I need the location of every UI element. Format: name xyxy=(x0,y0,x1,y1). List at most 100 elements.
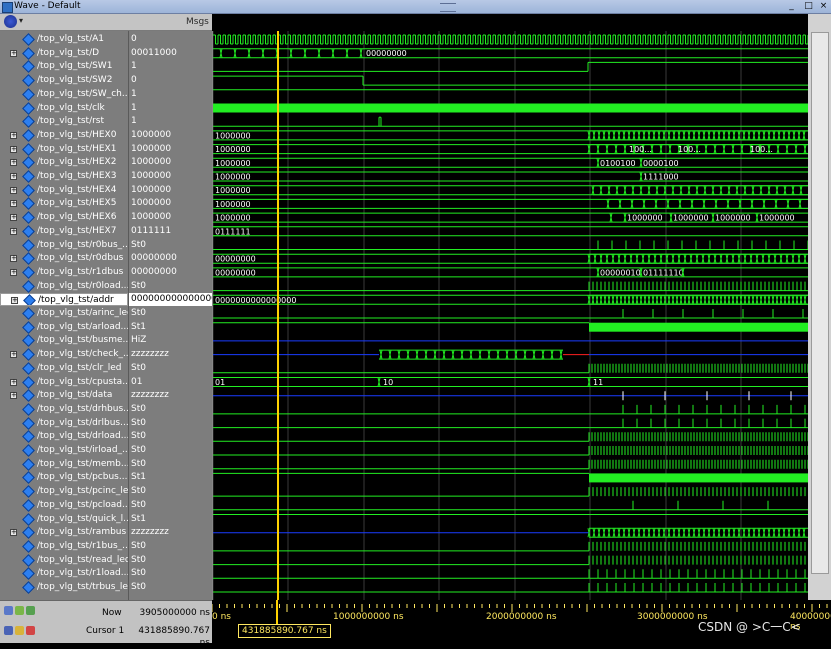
signal-diamond-icon xyxy=(22,361,35,375)
cursor-icon[interactable] xyxy=(4,626,13,635)
expand-icon[interactable]: + xyxy=(10,392,17,400)
expand-icon[interactable]: + xyxy=(10,131,17,139)
signal-row[interactable]: + /top_vlg_tst/rambus xyxy=(0,526,128,540)
window-titlebar: Wave - Default _ □ × xyxy=(0,0,831,14)
window-minimize-icon[interactable]: _ xyxy=(786,1,797,11)
signal-row[interactable]: /top_vlg_tst/arinc_led xyxy=(0,307,128,320)
lock-icon[interactable] xyxy=(15,626,24,635)
signal-diamond-icon xyxy=(22,430,35,444)
signal-row[interactable]: + /top_vlg_tst/r1dbus xyxy=(0,266,128,279)
expand-icon[interactable]: + xyxy=(10,227,17,235)
signal-row[interactable]: /top_vlg_tst/pcinc_led xyxy=(0,485,128,498)
expand-icon[interactable]: + xyxy=(10,200,17,208)
signal-value: 1000000 xyxy=(131,198,172,209)
signal-name: /top_vlg_tst/addr xyxy=(38,295,114,306)
signal-diamond-icon xyxy=(22,320,35,334)
signal-row[interactable]: /top_vlg_tst/r1bus_... xyxy=(0,540,128,553)
expand-icon[interactable]: + xyxy=(10,529,17,537)
signal-name: /top_vlg_tst/irload_... xyxy=(37,445,128,455)
expand-icon[interactable]: + xyxy=(10,159,17,167)
signal-diamond-icon xyxy=(22,74,35,87)
expand-icon[interactable]: + xyxy=(10,268,17,276)
signal-row[interactable]: + /top_vlg_tst/HEX7 xyxy=(0,224,128,238)
signal-row[interactable]: /top_vlg_tst/busme... xyxy=(0,334,128,348)
signal-row[interactable]: /top_vlg_tst/r0bus_... xyxy=(0,238,128,252)
signal-row[interactable]: + /top_vlg_tst/HEX0 xyxy=(0,129,128,142)
signal-row[interactable]: /top_vlg_tst/pcbus... xyxy=(0,471,128,485)
signal-value: St1 xyxy=(131,321,146,332)
waveform-canvas[interactable]: 00000000 1000000 1000000 100... 100... 100...… xyxy=(212,31,814,600)
bus-value-label: 0100100 xyxy=(600,159,636,168)
clk-wave xyxy=(213,103,809,113)
signal-row[interactable]: /top_vlg_tst/SW1 xyxy=(0,60,128,74)
expand-icon[interactable]: + xyxy=(10,173,17,180)
signal-row[interactable]: + /top_vlg_tst/HEX1 xyxy=(0,142,128,156)
signal-name: /top_vlg_tst/clk xyxy=(37,102,105,113)
expand-icon[interactable]: + xyxy=(10,214,17,222)
signal-row[interactable]: /top_vlg_tst/r1load... xyxy=(0,567,128,581)
tick-label: 1000000000 ns xyxy=(333,612,404,622)
signal-row[interactable]: + /top_vlg_tst/HEX3 xyxy=(0,170,128,183)
cursor-time-tag[interactable]: 431885890.767 ns xyxy=(238,624,331,638)
window-maximize-icon[interactable]: □ xyxy=(803,1,814,11)
signal-value: St0 xyxy=(131,445,146,455)
signal-row[interactable]: /top_vlg_tst/drload... xyxy=(0,430,128,444)
signal-value: 1 xyxy=(131,102,137,113)
signal-row[interactable]: /top_vlg_tst/clk xyxy=(0,101,128,115)
expand-icon[interactable]: + xyxy=(10,49,17,57)
wave-gear-icon[interactable] xyxy=(4,15,17,28)
signal-row[interactable]: + /top_vlg_tst/D xyxy=(0,46,128,60)
tick-label: 3000000000 ns xyxy=(637,612,708,622)
signal-diamond-icon xyxy=(22,142,35,156)
signal-row[interactable]: + /top_vlg_tst/cpusta... xyxy=(0,375,128,389)
signal-name: /top_vlg_tst/r0load... xyxy=(37,280,128,291)
signal-row[interactable]: /top_vlg_tst/pcload... xyxy=(0,498,128,512)
expand-icon[interactable]: + xyxy=(10,351,17,359)
signal-row[interactable]: /top_vlg_tst/rst xyxy=(0,115,128,129)
signal-diamond-icon xyxy=(22,540,35,553)
add-icon[interactable] xyxy=(26,606,35,615)
signal-row[interactable]: /top_vlg_tst/drlbus... xyxy=(0,416,128,430)
signal-row[interactable]: /top_vlg_tst/read_led xyxy=(0,553,128,567)
signal-row[interactable]: + /top_vlg_tst/HEX5 xyxy=(0,197,128,211)
signal-diamond-icon xyxy=(22,33,35,46)
signal-row[interactable]: /top_vlg_tst/SW2 xyxy=(0,74,128,87)
window-close-icon[interactable]: × xyxy=(818,1,829,11)
signal-row[interactable]: /top_vlg_tst/irload_... xyxy=(0,444,128,457)
remove-cursor-icon[interactable] xyxy=(26,626,35,635)
expand-icon[interactable]: + xyxy=(10,378,17,386)
signal-row[interactable]: /top_vlg_tst/arload... xyxy=(0,320,128,334)
signal-row[interactable]: /top_vlg_tst/SW_ch... xyxy=(0,87,128,101)
signal-value: 1000000 xyxy=(131,143,172,154)
signal-row[interactable]: /top_vlg_tst/r0load... xyxy=(0,279,128,293)
vertical-scrollbar-thumb[interactable] xyxy=(811,32,829,574)
signal-row[interactable]: /top_vlg_tst/memb... xyxy=(0,457,128,471)
signal-row[interactable]: /top_vlg_tst/clr_led xyxy=(0,361,128,375)
zoom-icon[interactable] xyxy=(15,606,24,615)
signal-name: /top_vlg_tst/trbus_led xyxy=(37,582,128,592)
vertical-scrollbar[interactable] xyxy=(808,14,831,600)
signal-row[interactable]: /top_vlg_tst/drhbus... xyxy=(0,403,128,416)
signal-row[interactable]: /top_vlg_tst/A1 xyxy=(0,33,128,46)
expand-icon[interactable]: + xyxy=(10,145,17,153)
signal-row[interactable]: + /top_vlg_tst/addr xyxy=(0,293,128,307)
signal-row[interactable]: + /top_vlg_tst/r0dbus xyxy=(0,252,128,266)
signal-row[interactable]: /top_vlg_tst/trbus_led xyxy=(0,581,128,594)
signal-row[interactable]: /top_vlg_tst/quick_l... xyxy=(0,512,128,526)
waveform-pane[interactable]: 00000000 1000000 1000000 100... 100... 100...… xyxy=(212,31,814,600)
titlebar-drag-grip[interactable] xyxy=(440,3,456,12)
signal-row[interactable]: + /top_vlg_tst/HEX2 xyxy=(0,156,128,170)
signal-row[interactable]: + /top_vlg_tst/HEX4 xyxy=(0,183,128,197)
bus-value-label: 01111110 xyxy=(643,268,684,277)
signal-name: /top_vlg_tst/SW1 xyxy=(37,61,113,72)
signal-diamond-icon xyxy=(22,266,35,279)
expand-icon[interactable]: + xyxy=(10,186,17,194)
signal-row[interactable]: + /top_vlg_tst/data xyxy=(0,389,128,403)
expand-icon[interactable]: + xyxy=(10,255,17,263)
signal-row[interactable]: + /top_vlg_tst/HEX6 xyxy=(0,211,128,224)
signal-name: /top_vlg_tst/HEX4 xyxy=(37,184,117,195)
chevron-down-icon[interactable]: ▾ xyxy=(19,16,23,25)
signal-row[interactable]: + /top_vlg_tst/check_... xyxy=(0,348,128,361)
expand-icon[interactable]: + xyxy=(11,297,18,305)
watermark: CSDN @ >C一C< xyxy=(698,620,801,634)
